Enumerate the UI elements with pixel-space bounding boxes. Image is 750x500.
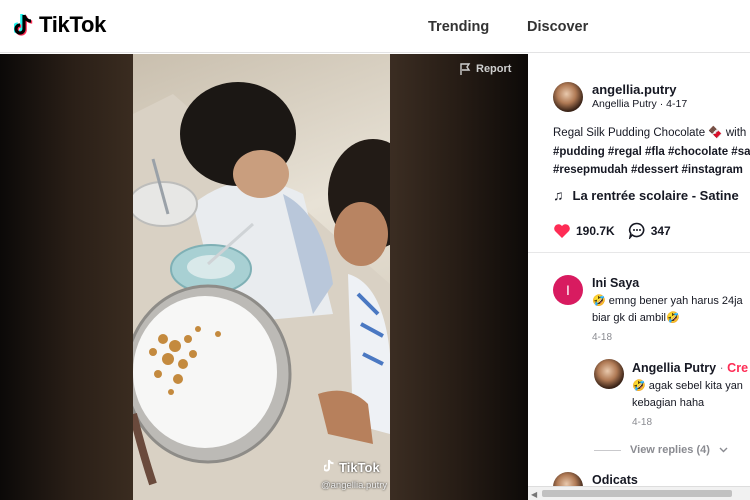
reply-text-line: 🤣 agak sebel kita yan xyxy=(632,380,743,392)
video-player[interactable]: Report TikTok @angellia.putry xyxy=(0,54,528,500)
author-display-name: Angellia Putry xyxy=(592,98,657,110)
report-button[interactable]: Report xyxy=(460,63,511,75)
nav-trending[interactable]: Trending xyxy=(428,19,489,35)
description-hashtags-1[interactable]: #pudding #regal #fla #chocolate #sa xyxy=(553,143,750,162)
music-title: La rentrée scolaire - Satine xyxy=(572,187,739,203)
reply-text-line: kebagian haha xyxy=(632,397,705,409)
post-details-panel: angellia.putry Angellia Putry · 4-17 Reg… xyxy=(528,54,750,500)
horizontal-scrollbar[interactable]: ◀ xyxy=(528,486,750,500)
comment-author[interactable]: Odicats xyxy=(592,473,638,487)
post-stats: 190.7K 347 xyxy=(553,222,684,239)
comment-author[interactable]: Ini Saya xyxy=(592,276,639,290)
chevron-down-icon xyxy=(719,447,728,453)
video-blur-left xyxy=(0,54,133,500)
reply-date: 4-18 xyxy=(632,417,653,428)
logo-text: TikTok xyxy=(39,12,107,37)
comment-button[interactable]: 347 xyxy=(628,222,671,239)
flag-icon xyxy=(460,63,471,75)
scrollbar-thumb[interactable] xyxy=(542,490,732,497)
author-avatar[interactable] xyxy=(553,82,583,112)
watermark-brand: TikTok xyxy=(339,460,380,475)
video-watermark: TikTok xyxy=(323,459,380,476)
tiktok-logo[interactable]: TikTok xyxy=(12,12,107,38)
comment-avatar[interactable]: I xyxy=(553,275,583,305)
report-label: Report xyxy=(476,63,512,75)
video-blur-right xyxy=(390,54,528,500)
reply-author: Angellia Putry · Cre xyxy=(632,361,749,375)
view-replies-button[interactable]: View replies (4) xyxy=(594,444,728,456)
video-frame-image xyxy=(133,82,390,500)
like-button[interactable]: 190.7K xyxy=(553,223,615,239)
reply-avatar[interactable] xyxy=(594,359,624,389)
nav-discover[interactable]: Discover xyxy=(527,19,588,35)
comment-text: 🤣 emng bener yah harus 24ja biar gk di a… xyxy=(592,293,743,327)
tiktok-note-icon xyxy=(323,459,336,476)
view-replies-label: View replies (4) xyxy=(630,444,710,456)
watermark-handle: @angellia.putry xyxy=(321,480,388,491)
heart-icon xyxy=(554,223,570,238)
top-header: TikTok Trending Discover xyxy=(0,0,750,53)
like-count: 190.7K xyxy=(576,223,615,238)
description-text: Regal Silk Pudding Chocolate 🍫 with xyxy=(553,127,747,139)
video-frame xyxy=(133,54,390,500)
comment-date: 4-18 xyxy=(592,332,613,343)
post-date: 4-17 xyxy=(666,98,688,110)
view-replies-divider xyxy=(594,449,621,451)
description-hashtags-2[interactable]: #resepmudah #dessert #instagram xyxy=(553,161,750,180)
comment-text-line: 🤣 emng bener yah harus 24ja xyxy=(592,295,743,307)
author-subtitle: Angellia Putry · 4-17 xyxy=(592,98,688,110)
music-link[interactable]: ♫ La rentrée scolaire - Satine xyxy=(553,187,739,203)
author-username[interactable]: angellia.putry xyxy=(592,82,677,97)
comment-text-line: biar gk di ambil🤣 xyxy=(592,312,680,324)
comment-count: 347 xyxy=(650,223,671,238)
comment-icon xyxy=(628,222,645,239)
music-note-icon: ♫ xyxy=(553,187,564,203)
post-description: Regal Silk Pudding Chocolate 🍫 with #pud… xyxy=(553,124,750,180)
reply-author-name[interactable]: Angellia Putry xyxy=(632,361,716,375)
tiktok-note-icon xyxy=(12,12,36,38)
scroll-left-icon[interactable]: ◀ xyxy=(531,490,537,499)
creator-badge: Cre xyxy=(727,361,749,375)
reply-text: 🤣 agak sebel kita yan kebagian haha xyxy=(632,378,743,412)
divider xyxy=(528,252,750,253)
